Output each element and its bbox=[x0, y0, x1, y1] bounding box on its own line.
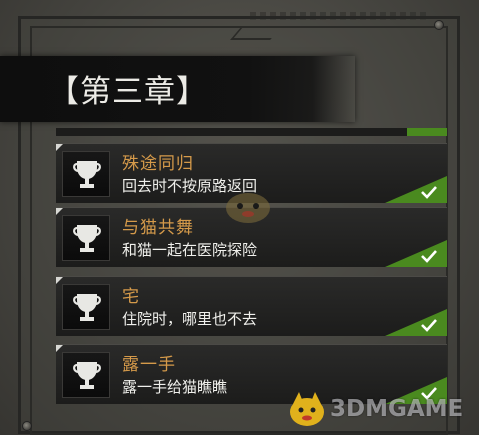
achievement-description: 和猫一起在医院探险 bbox=[122, 241, 258, 259]
achievement-name: 宅 bbox=[122, 287, 140, 307]
achievement-item[interactable]: 露一手 露一手给猫瞧瞧 bbox=[56, 344, 447, 404]
bolt-icon bbox=[22, 421, 32, 431]
mascot-watermark-icon bbox=[226, 193, 270, 223]
watermark-text: 3DMGAME bbox=[330, 396, 464, 422]
chapter-title: 【第三章】 bbox=[48, 74, 208, 110]
corner-marker bbox=[56, 208, 63, 215]
trophy-icon bbox=[62, 151, 110, 197]
achievement-list[interactable]: 殊途同归 回去时不按原路返回 与猫共舞 和猫一起在医院探险 宅 住院时，哪里也不… bbox=[56, 128, 447, 435]
corner-marker bbox=[56, 345, 63, 352]
trophy-icon bbox=[62, 284, 110, 330]
trophy-icon bbox=[62, 215, 110, 261]
bolt-icon bbox=[434, 20, 444, 30]
completed-indicator bbox=[407, 128, 447, 136]
completed-check-icon bbox=[385, 240, 447, 267]
achievement-screen: 【第三章】 殊途同归 回去时不按原路返回 与猫共舞 和猫一起在医院探险 宅 住院… bbox=[0, 0, 479, 435]
achievement-description: 露一手给猫瞧瞧 bbox=[122, 378, 228, 396]
achievement-description: 住院时，哪里也不去 bbox=[122, 310, 258, 328]
achievement-name: 与猫共舞 bbox=[122, 218, 194, 238]
achievement-name: 露一手 bbox=[122, 355, 176, 375]
completed-check-icon bbox=[385, 176, 447, 203]
corner-marker bbox=[56, 277, 63, 284]
logo-mascot-icon bbox=[290, 392, 324, 426]
trophy-icon bbox=[62, 352, 110, 398]
achievement-item[interactable]: 宅 住院时，哪里也不去 bbox=[56, 276, 447, 336]
previous-item-edge bbox=[56, 128, 447, 136]
completed-check-icon bbox=[385, 309, 447, 336]
corner-marker bbox=[56, 144, 63, 151]
achievement-name: 殊途同归 bbox=[122, 154, 194, 174]
